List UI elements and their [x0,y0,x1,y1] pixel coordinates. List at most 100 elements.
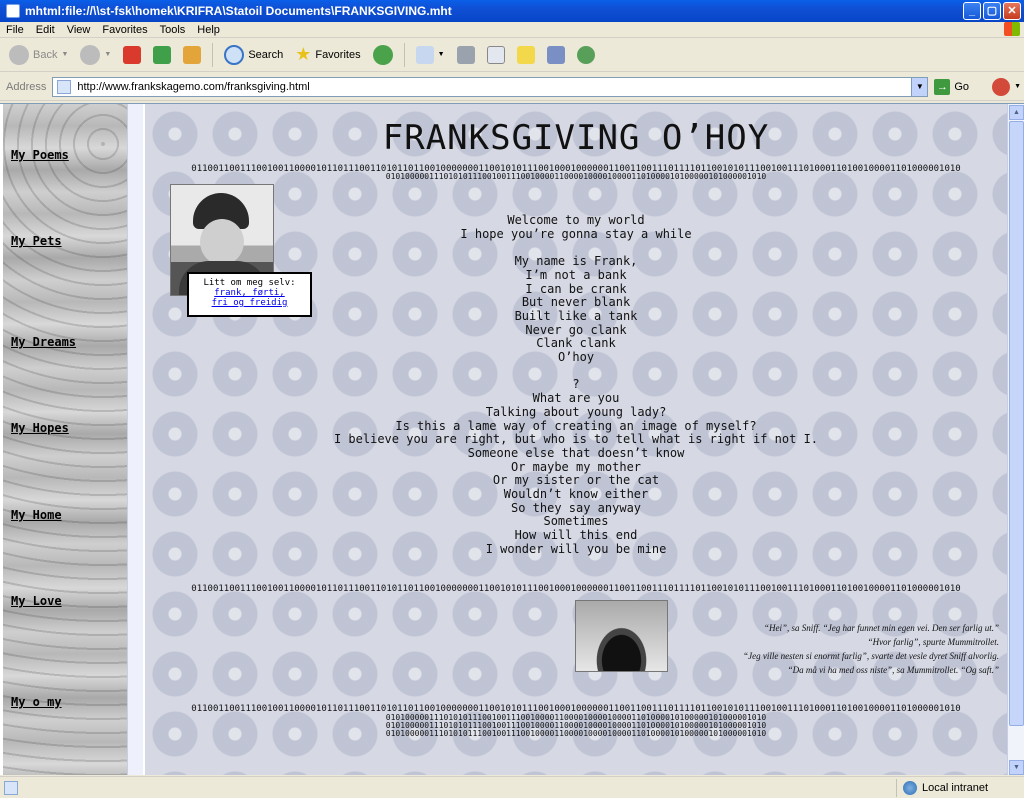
scroll-down-button[interactable]: ▼ [1009,760,1024,775]
stop-button[interactable] [120,42,144,68]
go-button[interactable]: → Go [934,78,969,95]
nav-link-my-home[interactable]: My Home [11,508,62,522]
toolbar: Back ▼ ▼ Search ★ Favorites ▼ [0,38,1024,72]
window-controls: _ ▢ ✕ [963,2,1021,20]
address-bar: Address http://www.frankskagemo.com/fran… [0,73,1024,101]
poem-line: Is this a lame way of creating an image … [395,418,757,433]
poem-line: O’hoy [557,350,595,365]
menu-tools[interactable]: Tools [160,24,186,36]
poem-line: Welcome to my world [507,213,645,227]
star-icon: ★ [295,44,312,64]
menu-edit[interactable]: Edit [36,24,55,36]
poem-line: Never go clank [525,322,627,337]
scroll-thumb[interactable] [1009,121,1024,726]
quote-line: “Hei”, sa Sniff. “Jeg har funnet min ege… [764,623,999,633]
nav-frame-scrollbar[interactable] [127,104,143,775]
favorites-label: Favorites [315,48,361,61]
nav-link-my-love[interactable]: My Love [11,594,62,608]
search-icon [224,44,245,65]
page-scrollbar[interactable]: ▲ ▼ [1007,104,1024,775]
poem-line: I believe you are right, but who is to t… [333,432,819,447]
poem-line: Sometimes [543,514,609,529]
poem-line: Or my sister or the cat [492,473,660,488]
minimize-button[interactable]: _ [963,2,981,20]
maximize-button[interactable]: ▢ [983,2,1001,20]
menu-bar: File Edit View Favorites Tools Help [0,22,1024,38]
dog-nose-image [575,600,668,672]
chevron-down-icon: ▼ [61,51,69,58]
poem-line: Someone else that doesn’t know [467,445,685,460]
refresh-button[interactable] [150,42,174,68]
scroll-up-button[interactable]: ▲ [1009,105,1024,120]
chevron-down-icon: ▼ [437,51,445,58]
nav-frame: My Poems My Pets My Dreams My Hopes My H… [3,104,127,775]
messenger-button[interactable] [574,42,598,68]
poem-line: I hope you’re gonna stay a while [460,226,692,241]
binary-divider: 0110011001110010011000010110111001101011… [191,584,961,594]
nav-link-my-dreams[interactable]: My Dreams [11,335,76,349]
binary-divider-short: 0101000001110101011100100111001000011000… [385,172,767,181]
menu-help[interactable]: Help [197,24,220,36]
menu-favorites[interactable]: Favorites [102,24,147,36]
status-bar: Local intranet [0,776,1024,798]
mail-icon [415,45,434,64]
nav-link-my-o-my[interactable]: My o my [11,695,62,709]
messenger-icon [576,45,595,64]
nav-link-my-hopes[interactable]: My Hopes [11,421,69,435]
poem-line [145,241,1007,255]
chevron-down-icon: ▼ [1014,83,1021,90]
poem-line: Talking about young lady? [485,404,667,419]
forward-button[interactable]: ▼ [77,42,114,68]
menu-view[interactable]: View [67,24,91,36]
home-button[interactable] [180,42,204,68]
research-icon [546,45,565,64]
poem-line: But never blank [521,295,631,310]
ie-app-icon [6,4,20,18]
window-title: mhtml:file://\\st-fsk\homek\KRIFRA\Stato… [25,4,452,18]
note-icon [516,45,535,64]
favorites-button[interactable]: ★ Favorites [292,42,363,68]
mail-button[interactable]: ▼ [413,42,448,68]
translate-button[interactable]: ▼ [989,74,1024,100]
history-icon [372,44,393,65]
poem-line: I wonder will you be mine [485,541,667,556]
page-title: FRANKSGIVING O’HOY [382,118,770,158]
poem-line: Or maybe my mother [510,459,642,474]
poem-line: So they say anyway [510,500,642,515]
back-button[interactable]: Back ▼ [6,42,71,68]
poem-line: What are you [532,391,620,406]
poem-line: My name is Frank, [514,254,638,269]
address-input[interactable]: http://www.frankskagemo.com/franksgiving… [52,76,929,97]
go-arrow-icon: → [934,78,951,95]
nav-link-my-poems[interactable]: My Poems [11,148,69,162]
poem-text: Welcome to my world I hope you’re gonna … [145,213,1007,557]
main-content: FRANKSGIVING O’HOY 011001100111001001100… [145,104,1007,775]
page-icon [57,79,72,94]
poem-line: Clank clank [536,336,616,351]
quote-line: “Hvor farlig”, spurte Mummitrollet. [867,637,999,647]
menu-file[interactable]: File [6,24,24,36]
zone-label: Local intranet [922,782,989,794]
back-label: Back [33,48,58,61]
nav-link-my-pets[interactable]: My Pets [11,234,62,248]
search-button[interactable]: Search [221,42,286,68]
history-button[interactable] [370,42,396,68]
poem-line: How will this end [514,528,638,543]
moomin-quote: “Hei”, sa Sniff. “Jeg har funnet min ege… [699,621,999,677]
search-label: Search [248,48,284,61]
discuss-button[interactable] [514,42,538,68]
window-titlebar: mhtml:file://\\st-fsk\homek\KRIFRA\Stato… [0,0,1024,22]
edit-button[interactable] [484,42,508,68]
print-button[interactable] [454,42,478,68]
chevron-down-icon: ▼ [104,51,112,58]
toolbar-separator [403,42,405,67]
windows-logo-icon [1004,22,1020,36]
address-dropdown[interactable]: ▼ [911,77,928,96]
close-button[interactable]: ✕ [1003,2,1021,20]
address-label: Address [6,80,47,93]
back-arrow-icon [9,44,29,65]
refresh-icon [153,45,172,64]
research-button[interactable] [544,42,568,68]
home-icon [183,45,202,64]
quote-line: “Jeg ville nesten si enormt farlig”, sva… [743,651,999,661]
